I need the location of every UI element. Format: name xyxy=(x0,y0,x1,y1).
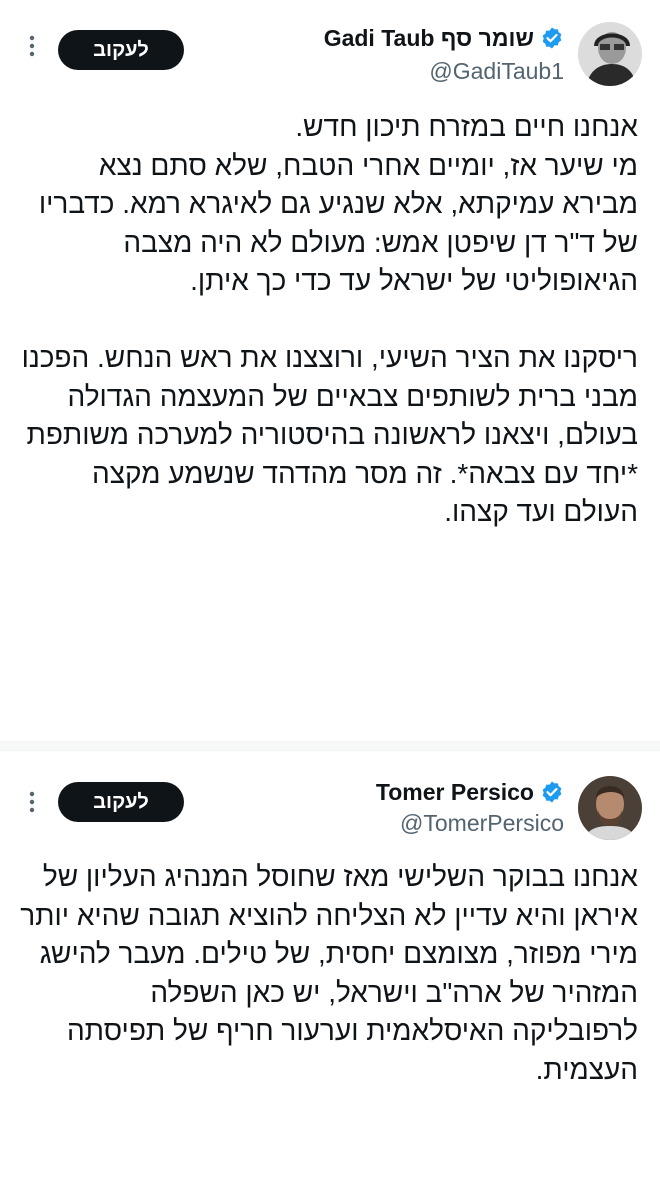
tweet-text: אנחנו חיים במזרח תיכון חדש. מי שיער אז, … xyxy=(21,111,638,527)
display-name[interactable]: שומר סף Gadi Taub xyxy=(324,24,534,52)
person-avatar-icon xyxy=(578,776,642,840)
tweet-card[interactable]: שומר סף Gadi Taub @GadiTaub1 לעקוב אנחנו… xyxy=(0,0,660,740)
person-avatar-icon xyxy=(578,22,642,86)
follow-button[interactable]: לעקוב xyxy=(58,30,184,70)
tweet-text: אנחנו בבוקר השלישי מאז שחוסל המנהיג העלי… xyxy=(20,861,638,1085)
avatar[interactable] xyxy=(578,22,642,86)
author-name-row: שומר סף Gadi Taub xyxy=(324,24,564,52)
verified-badge-icon xyxy=(542,781,562,803)
display-name[interactable]: Tomer Persico xyxy=(376,778,534,806)
user-handle[interactable]: @GadiTaub1 xyxy=(429,58,564,85)
more-options-icon[interactable] xyxy=(22,32,42,60)
follow-button[interactable]: לעקוב xyxy=(58,782,184,822)
more-options-icon[interactable] xyxy=(22,788,42,816)
avatar[interactable] xyxy=(578,776,642,840)
tweet-card[interactable]: Tomer Persico @TomerPersico לעקוב אנחנו … xyxy=(0,750,660,1200)
verified-badge-icon xyxy=(542,27,562,49)
user-handle[interactable]: @TomerPersico xyxy=(400,810,564,837)
author-name-row: Tomer Persico xyxy=(376,778,564,806)
